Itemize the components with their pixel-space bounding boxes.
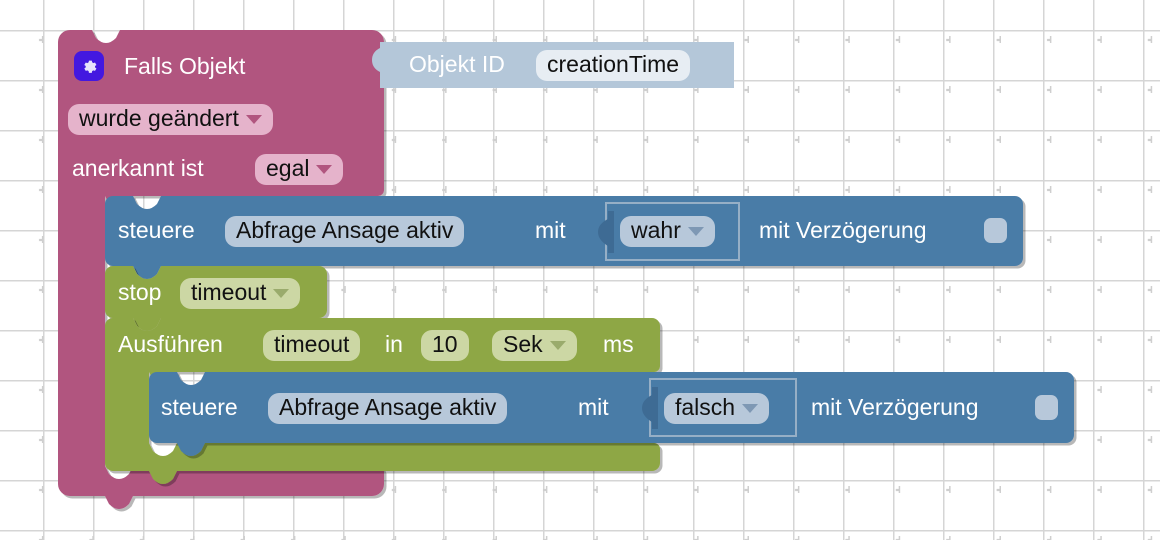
steuere-falsch-object-text: Abfrage Ansage aktiv	[279, 394, 497, 420]
ack-dropdown-label: egal	[266, 155, 310, 181]
ausfuehren-label-1: Ausführen	[118, 331, 223, 357]
steuere-wahr-delay-checkbox[interactable]	[984, 218, 1007, 243]
chevron-down-icon	[549, 341, 566, 350]
chevron-down-icon	[273, 289, 290, 298]
chevron-down-icon	[687, 227, 704, 236]
trigger-dropdown-label: wurde geändert	[79, 105, 239, 131]
stop-timeout-dropdown[interactable]: timeout	[180, 278, 301, 309]
ausfuehren-unit-dropdown[interactable]: Sek	[492, 330, 577, 361]
ausfuehren-timer-field[interactable]: timeout	[263, 330, 361, 361]
steuere-wahr-delay-label: mit Verzögerung	[759, 217, 927, 243]
steuere-falsch-label-1: steuere	[161, 394, 238, 420]
steuere-wahr-value-text: wahr	[631, 217, 681, 243]
steuere-falsch-delay-checkbox[interactable]	[1035, 395, 1058, 420]
ausfuehren-unit-text: Sek	[503, 331, 543, 357]
steuere-falsch-value-dropdown[interactable]: falsch	[664, 393, 770, 424]
ausfuehren-delay-value-text: 10	[432, 331, 458, 357]
chevron-down-icon	[316, 165, 333, 174]
event-block-title: Falls Objekt	[124, 53, 246, 79]
objekt-id-value-field[interactable]: creationTime	[536, 50, 691, 81]
steuere-wahr-label-2: mit	[535, 217, 566, 243]
blockly-workspace[interactable]: Falls Objekt wurde geändert anerkannt is…	[0, 0, 1160, 540]
chevron-down-icon	[742, 404, 759, 413]
objekt-id-label: Objekt ID	[409, 51, 505, 77]
stop-timeout-label-1: stop	[118, 279, 162, 305]
steuere-falsch-object-field[interactable]: Abfrage Ansage aktiv	[268, 393, 508, 424]
steuere-falsch-delay-label: mit Verzögerung	[811, 394, 979, 420]
ausfuehren-timer-text: timeout	[274, 331, 350, 357]
ausfuehren-label-2: in	[385, 331, 403, 357]
chevron-down-icon	[245, 115, 262, 124]
steuere-wahr-value-dropdown[interactable]: wahr	[620, 216, 715, 247]
gear-icon	[83, 60, 96, 73]
ack-label: anerkannt ist	[72, 155, 204, 181]
steuere-wahr-object-field[interactable]: Abfrage Ansage aktiv	[225, 216, 465, 247]
steuere-wahr-label-1: steuere	[118, 217, 195, 243]
steuere-falsch-label-2: mit	[578, 394, 609, 420]
trigger-dropdown[interactable]: wurde geändert	[68, 104, 273, 135]
ack-dropdown[interactable]: egal	[255, 154, 344, 185]
steuere-wahr-object-text: Abfrage Ansage aktiv	[236, 217, 454, 243]
ausfuehren-delay-value-field[interactable]: 10	[421, 330, 469, 361]
objekt-id-value-text: creationTime	[547, 51, 680, 77]
steuere-falsch-value-text: falsch	[675, 394, 736, 420]
mutator-gear-button[interactable]	[74, 51, 104, 81]
ausfuehren-label-3: ms	[603, 331, 634, 357]
stop-timeout-dropdown-text: timeout	[191, 279, 267, 305]
